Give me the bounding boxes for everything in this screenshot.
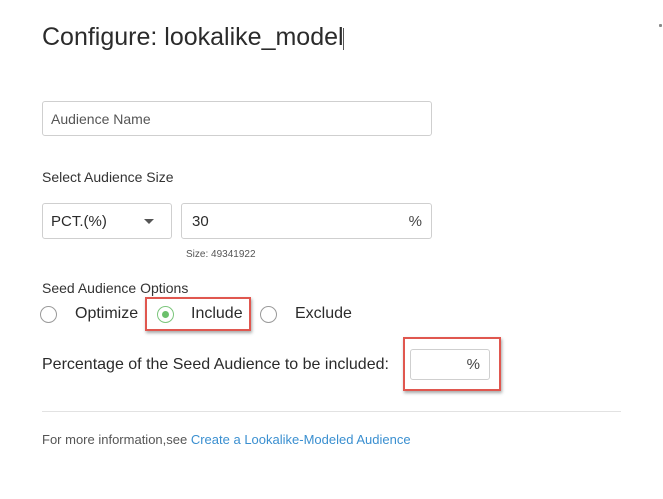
audience-size-type-value: PCT.(%) xyxy=(51,213,107,230)
seed-options-radio-group: Optimize Include Exclude xyxy=(0,303,663,327)
window-edge-mark xyxy=(659,24,662,27)
footer-info: For more information,see Create a Lookal… xyxy=(42,432,411,447)
seed-percentage-label: Percentage of the Seed Audience to be in… xyxy=(42,356,389,373)
audience-size-hint: Size: 49341922 xyxy=(186,249,256,260)
radio-include[interactable] xyxy=(157,306,174,323)
audience-size-label: Select Audience Size xyxy=(42,169,174,185)
text-cursor xyxy=(343,28,344,50)
radio-exclude[interactable] xyxy=(260,306,277,323)
radio-include-label[interactable]: Include xyxy=(191,305,243,323)
lookalike-help-link[interactable]: Create a Lookalike-Modeled Audience xyxy=(191,432,411,447)
seed-percentage-unit: % xyxy=(466,356,480,373)
audience-size-unit: % xyxy=(408,213,422,230)
audience-size-field: % xyxy=(181,203,432,239)
radio-exclude-label[interactable]: Exclude xyxy=(295,305,352,323)
audience-name-input[interactable] xyxy=(42,101,432,136)
chevron-down-icon xyxy=(144,219,154,224)
seed-options-label: Seed Audience Options xyxy=(42,280,189,296)
audience-size-type-select[interactable]: PCT.(%) xyxy=(42,203,172,239)
seed-percentage-field: % xyxy=(410,349,490,380)
radio-selected-dot xyxy=(161,310,169,318)
audience-size-input[interactable] xyxy=(182,204,397,238)
radio-optimize-label[interactable]: Optimize xyxy=(75,305,138,323)
radio-optimize[interactable] xyxy=(40,306,57,323)
section-divider xyxy=(42,411,621,412)
seed-percentage-input[interactable] xyxy=(411,350,471,379)
dialog-title: Configure: lookalike_model xyxy=(42,23,344,51)
footer-text: For more information,see xyxy=(42,432,191,447)
